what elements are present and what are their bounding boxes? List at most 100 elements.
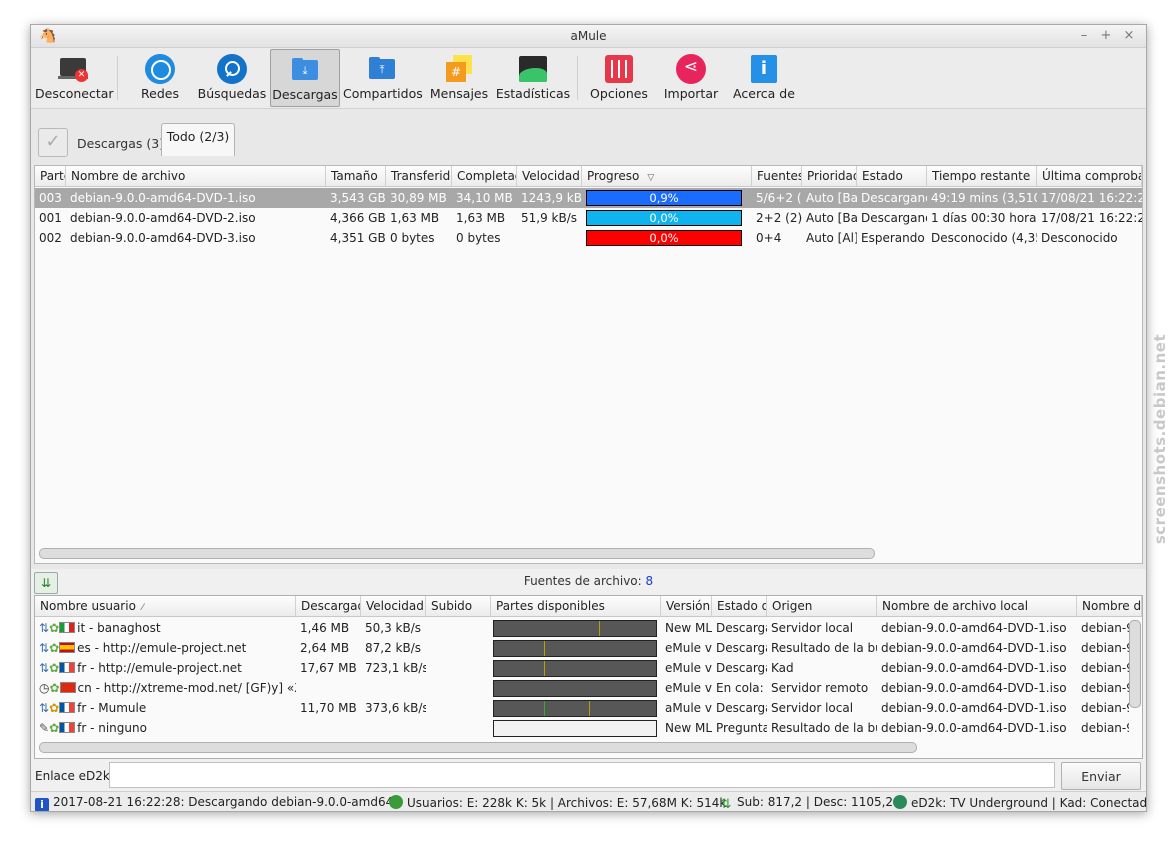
statistics-button[interactable]: Estadísticas — [495, 49, 571, 105]
cell-last-check: 17/08/21 16:22:29 — [1041, 191, 1142, 205]
watermark: screenshots.debian.net — [1150, 300, 1170, 580]
source-row[interactable]: ⇅✿ fr - Mumule 11,70 MB 373,6 kB/s aMule … — [35, 698, 1142, 718]
send-button[interactable]: Enviar — [1061, 762, 1141, 790]
cell-username: ⇅✿ fr - http://emule-project.net — [35, 658, 296, 678]
sort-arrow-icon: ▽ — [647, 173, 655, 183]
cell-username: ⇅✿ es - http://emule-project.net — [35, 638, 296, 658]
cell-last-check: 17/08/21 16:22:28 — [1041, 211, 1142, 225]
col-downloaded[interactable]: Descargado — [296, 596, 361, 616]
cell-origin: Kad — [771, 661, 794, 675]
status-bar: i 2017-08-21 16:22:28: Descargando debian… — [31, 791, 1146, 812]
cell-local-filename: debian-9.0.0-amd64-DVD-1.iso — [881, 701, 1067, 715]
options-button[interactable]: Opciones — [587, 49, 651, 105]
source-row[interactable]: ⇅✿ it - banaghost 1,46 MB 50,3 kB/s New M… — [35, 618, 1142, 638]
ed2k-input[interactable] — [109, 762, 1055, 788]
tab-all[interactable]: Todo (2/3) — [161, 123, 235, 156]
col-speed[interactable]: Velocidad — [361, 596, 426, 616]
cell-version: eMule v0.50a — [665, 681, 712, 695]
about-button[interactable]: i Acerca de — [731, 49, 797, 105]
amule-window: 🐴 aMule – + × ✕ Desconectar Redes Búsque… — [30, 24, 1147, 812]
flag-it-icon — [59, 622, 76, 633]
cell-uploaded — [426, 638, 491, 658]
sources-title: Fuentes de archivo: — [523, 574, 642, 588]
close-icon[interactable]: × — [1122, 28, 1136, 43]
cell-speed: 373,6 kB/s — [365, 701, 426, 715]
sources-count: 8 — [645, 574, 654, 588]
globe-icon — [145, 54, 175, 84]
transfer-arrows-icon: ⇅ — [39, 661, 50, 675]
source-row[interactable]: ◷✿ cn - http://xtreme-mod.net/ [GF)y] «Xt… — [35, 678, 1142, 698]
main-toolbar: ✕ Desconectar Redes Búsquedas ⤓ Descarga… — [31, 48, 1146, 109]
cell-remaining: 49:19 mins (3,510 GB) — [931, 191, 1037, 205]
col-username-label: Nombre usuario — [40, 599, 136, 613]
shared-button[interactable]: ⤒ Compartidos — [343, 49, 423, 105]
category-tabbar: ✓ Descargas (3) Todo (2/3) — [31, 109, 1146, 159]
disconnect-button[interactable]: ✕ Desconectar — [35, 49, 114, 105]
status-rates: ⇅ Sub: 817,2 | Desc: 1105,2 — [719, 795, 894, 812]
downloads-hscrollbar[interactable] — [39, 548, 875, 559]
cell-speed: 723,1 kB/s — [365, 661, 426, 675]
col-speed[interactable]: Velocidad — [517, 166, 582, 186]
maximize-icon[interactable]: + — [1099, 28, 1113, 43]
source-username: fr - Mumule — [77, 701, 147, 715]
cell-completed: 1,63 MB — [456, 211, 506, 225]
tab-downloads[interactable]: Descargas (3) — [77, 136, 164, 151]
minimize-icon[interactable]: – — [1077, 28, 1091, 43]
sources-vscrollbar[interactable] — [1129, 620, 1141, 708]
cell-filename: debian-9.0.0-amd64-DVD-3.iso — [70, 231, 256, 245]
downloads-panel: ✓ Descargas (3) Todo (2/3) Parte Nombre … — [31, 109, 1146, 569]
source-row[interactable]: ⇅✿ fr - http://emule-project.net 17,67 MB… — [35, 658, 1142, 678]
source-row[interactable]: ✎✿fr - ninguno New MLDonkey Preguntando … — [35, 718, 1142, 738]
cell-dl-status: Descargando — [716, 641, 767, 655]
col-size[interactable]: Tamaño — [326, 166, 386, 186]
searches-button[interactable]: Búsquedas — [197, 49, 267, 105]
col-username[interactable]: Nombre usuario ⁄ — [35, 596, 296, 616]
source-username: fr - http://emule-project.net — [77, 661, 242, 675]
status-log-text: 2017-08-21 16:22:28: Descargando debian-… — [53, 795, 398, 809]
col-transferred[interactable]: Transferido — [386, 166, 452, 186]
download-row[interactable]: 002 debian-9.0.0-amd64-DVD-3.iso 4,351 G… — [35, 228, 1142, 248]
sources-list-header: Nombre usuario ⁄ Descargado Velocidad Sub… — [35, 596, 1142, 617]
col-parts[interactable]: Partes disponibles — [491, 596, 661, 616]
source-row[interactable]: ⇅✿ es - http://emule-project.net 2,64 MB … — [35, 638, 1142, 658]
download-row[interactable]: 003 debian-9.0.0-amd64-DVD-1.iso 3,543 G… — [35, 188, 1142, 208]
messages-icon: # — [444, 54, 474, 84]
updown-arrows-icon: ⇅ — [720, 797, 732, 812]
cell-remote-filename: debian-9.0.0-amd64-DVD-1.iso — [1081, 701, 1129, 715]
cell-remote-filename: debian-9.0.0-amd64-DVD-1.iso — [1081, 681, 1129, 695]
cell-speed — [361, 678, 426, 698]
shared-folder-icon: ⤒ — [367, 54, 397, 84]
col-remote-filename[interactable]: Nombre de archivo — [1077, 596, 1142, 616]
cell-downloaded — [296, 718, 361, 738]
col-uploaded[interactable]: Subido — [426, 596, 491, 616]
cell-speed — [361, 718, 426, 738]
col-filename[interactable]: Nombre de archivo — [66, 166, 326, 186]
source-username: es - http://emule-project.net — [77, 641, 247, 655]
col-version[interactable]: Versión — [661, 596, 712, 616]
col-last-check[interactable]: Última comprobación — [1037, 166, 1142, 186]
download-row[interactable]: 001 debian-9.0.0-amd64-DVD-2.iso 4,366 G… — [35, 208, 1142, 228]
cell-remaining: 1 días 00:30 horas (4 — [931, 211, 1037, 225]
col-priority[interactable]: Prioridad — [802, 166, 857, 186]
import-button[interactable]: ⋖ Importar — [659, 49, 723, 105]
col-remaining[interactable]: Tiempo restante — [927, 166, 1037, 186]
col-completed[interactable]: Completado — [452, 166, 517, 186]
col-sources[interactable]: Fuentes — [752, 166, 802, 186]
col-status[interactable]: Estado — [857, 166, 927, 186]
check-icon[interactable]: ✓ — [38, 128, 68, 157]
col-dl-status[interactable]: Estado de descarga — [712, 596, 767, 616]
col-local-filename[interactable]: Nombre de archivo local — [877, 596, 1077, 616]
cell-status: Descargando — [861, 191, 927, 205]
sort-arrow-icon: ⁄ — [141, 603, 144, 613]
downloads-button[interactable]: ⤓ Descargas — [270, 49, 340, 107]
networks-button[interactable]: Redes — [127, 49, 193, 105]
cell-version: New MLDonkey — [665, 721, 712, 735]
cell-local-filename: debian-9.0.0-amd64-DVD-1.iso — [881, 641, 1067, 655]
col-progress[interactable]: Progreso ▽ — [582, 166, 752, 186]
cell-speed: 51,9 kB/s — [521, 211, 578, 225]
cell-local-filename: debian-9.0.0-amd64-DVD-1.iso — [881, 661, 1067, 675]
sources-hscrollbar[interactable] — [39, 742, 917, 753]
messages-button[interactable]: # Mensajes — [427, 49, 491, 105]
col-origin[interactable]: Origen — [767, 596, 877, 616]
col-part[interactable]: Parte — [35, 166, 66, 186]
